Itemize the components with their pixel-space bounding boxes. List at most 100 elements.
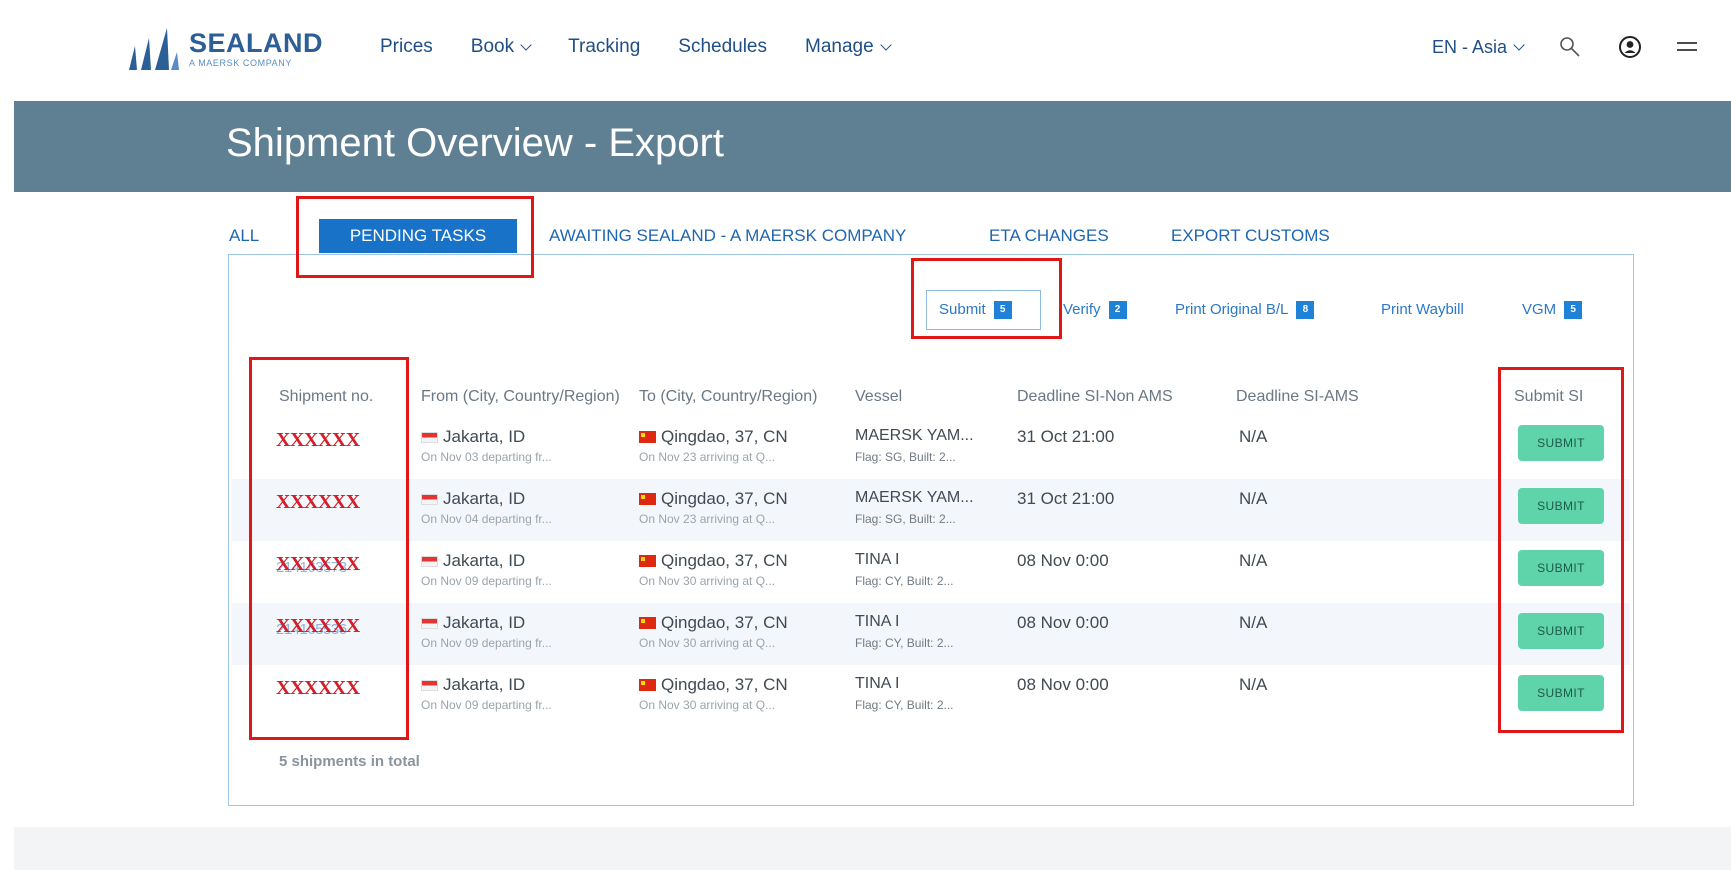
- column-header-vessel[interactable]: Vessel: [855, 388, 902, 406]
- indonesia-flag-icon: [421, 555, 438, 567]
- destination-city: Qingdao, 37, CN: [661, 489, 788, 508]
- submit-si-button[interactable]: SUBMIT: [1518, 550, 1604, 586]
- subtab-submit-count: 5: [993, 301, 1012, 319]
- tab-pending-tasks[interactable]: PENDING TASKS: [319, 219, 517, 253]
- search-icon: [1560, 37, 1580, 57]
- origin-cell: Jakarta, ID: [421, 551, 525, 571]
- indonesia-flag-icon: [421, 431, 438, 443]
- column-header-deadline-ams[interactable]: Deadline SI-AMS: [1236, 388, 1359, 406]
- shipment-number[interactable]: XXXXXX: [276, 429, 360, 452]
- submit-si-button[interactable]: SUBMIT: [1518, 425, 1604, 461]
- nav-tracking[interactable]: Tracking: [568, 36, 640, 58]
- column-header-deadline-non-ams[interactable]: Deadline SI-Non AMS: [1017, 388, 1173, 406]
- search-button[interactable]: [1557, 34, 1583, 60]
- nav-manage-label: Manage: [805, 36, 874, 57]
- origin-detail: On Nov 03 departing fr...: [421, 450, 552, 464]
- origin-cell: Jakarta, ID: [421, 613, 525, 633]
- nav-prices-label: Prices: [380, 36, 433, 57]
- submit-si-button[interactable]: SUBMIT: [1518, 675, 1604, 711]
- task-filter-bar: Submit 5 Verify 2 Print Original B/L 8 P…: [0, 290, 1731, 330]
- vessel-name: MAERSK YAM...: [855, 489, 974, 506]
- shipment-number[interactable]: XXXXXX: [276, 491, 360, 514]
- user-icon: [1619, 36, 1642, 58]
- deadline-non-ams: 08 Nov 0:00: [1017, 675, 1109, 694]
- nav-schedules[interactable]: Schedules: [678, 36, 767, 58]
- origin-city: Jakarta, ID: [443, 675, 526, 694]
- shipment-number[interactable]: 214163573 XXXXXX: [276, 553, 360, 576]
- origin-city: Jakarta, ID: [443, 613, 526, 632]
- subtab-vgm[interactable]: VGM 5: [1522, 290, 1583, 330]
- china-flag-icon: [639, 493, 656, 505]
- column-header-submit-si: Submit SI: [1514, 388, 1584, 405]
- subtab-verify-count: 2: [1108, 301, 1127, 319]
- tab-eta-changes[interactable]: ETA CHANGES: [989, 219, 1109, 253]
- tab-awaiting-sealand[interactable]: AWAITING SEALAND - A MAERSK COMPANY: [549, 219, 906, 253]
- subtab-submit[interactable]: Submit 5: [926, 290, 1041, 330]
- column-header-from[interactable]: From (City, Country/Region): [421, 388, 620, 406]
- deadline-non-ams: 08 Nov 0:00: [1017, 613, 1109, 632]
- vessel-name: TINA I: [855, 613, 900, 630]
- subtab-vgm-count: 5: [1564, 301, 1583, 319]
- page-banner: Shipment Overview - Export: [14, 101, 1731, 192]
- destination-detail: On Nov 30 arriving at Q...: [639, 574, 776, 588]
- language-selector[interactable]: EN - Asia: [1432, 36, 1525, 58]
- chevron-down-icon: [880, 39, 892, 51]
- china-flag-icon: [639, 679, 656, 691]
- language-label: EN - Asia: [1432, 36, 1508, 57]
- shipment-number-redacted: XXXXXX: [276, 677, 360, 699]
- subtab-print-bl-label: Print Original B/L: [1175, 301, 1289, 318]
- destination-cell: Qingdao, 37, CN: [639, 427, 788, 447]
- shipment-number[interactable]: XXXXXX: [276, 677, 360, 700]
- origin-city: Jakarta, ID: [443, 489, 526, 508]
- deadline-non-ams: 31 Oct 21:00: [1017, 427, 1115, 446]
- origin-detail: On Nov 09 departing fr...: [421, 574, 552, 588]
- vessel-name: MAERSK YAM...: [855, 427, 974, 444]
- deadline-non-ams: 31 Oct 21:00: [1017, 489, 1115, 508]
- chevron-down-icon: [1513, 39, 1525, 51]
- shipment-number[interactable]: 214165536 XXXXXX: [276, 615, 360, 638]
- column-header-shipment-no[interactable]: Shipment no.: [279, 388, 373, 406]
- submit-si-button[interactable]: SUBMIT: [1518, 613, 1604, 649]
- brand-tagline: A MAERSK COMPANY: [189, 58, 292, 68]
- main-nav: Prices Book Tracking Schedules Manage: [380, 36, 928, 58]
- submit-si-button[interactable]: SUBMIT: [1518, 488, 1604, 524]
- sealand-logo[interactable]: SEALAND A MAERSK COMPANY: [125, 26, 323, 72]
- subtab-print-original-bl[interactable]: Print Original B/L 8: [1175, 290, 1315, 330]
- destination-cell: Qingdao, 37, CN: [639, 551, 788, 571]
- nav-book[interactable]: Book: [471, 36, 532, 58]
- shipments-total: 5 shipments in total: [279, 753, 420, 770]
- top-navigation: SEALAND A MAERSK COMPANY Prices Book Tra…: [0, 0, 1731, 100]
- vessel-detail: Flag: SG, Built: 2...: [855, 450, 956, 464]
- destination-detail: On Nov 23 arriving at Q...: [639, 512, 776, 526]
- account-button[interactable]: [1617, 34, 1643, 60]
- deadline-non-ams: 08 Nov 0:00: [1017, 551, 1109, 570]
- destination-cell: Qingdao, 37, CN: [639, 489, 788, 509]
- destination-city: Qingdao, 37, CN: [661, 675, 788, 694]
- nav-schedules-label: Schedules: [678, 36, 767, 57]
- deadline-ams: N/A: [1239, 551, 1268, 570]
- table-row: XXXXXX Jakarta, ID On Nov 09 departing f…: [232, 665, 1630, 727]
- china-flag-icon: [639, 431, 656, 443]
- subtab-print-waybill-label: Print Waybill: [1381, 301, 1464, 318]
- tab-export-customs[interactable]: EXPORT CUSTOMS: [1171, 219, 1330, 253]
- chevron-down-icon: [520, 39, 532, 51]
- origin-detail: On Nov 09 departing fr...: [421, 698, 552, 712]
- subtab-vgm-label: VGM: [1522, 301, 1557, 318]
- subtab-verify-label: Verify: [1063, 301, 1101, 318]
- origin-cell: Jakarta, ID: [421, 427, 525, 447]
- page-title: Shipment Overview - Export: [226, 121, 724, 165]
- origin-detail: On Nov 04 departing fr...: [421, 512, 552, 526]
- subtab-verify[interactable]: Verify 2: [1063, 290, 1127, 330]
- nav-manage[interactable]: Manage: [805, 36, 892, 58]
- tab-all[interactable]: ALL: [229, 219, 259, 253]
- vessel-detail: Flag: CY, Built: 2...: [855, 698, 954, 712]
- deadline-ams: N/A: [1239, 675, 1268, 694]
- nav-prices[interactable]: Prices: [380, 36, 433, 58]
- table-row: 214163573 XXXXXX Jakarta, ID On Nov 09 de…: [232, 541, 1630, 603]
- subtab-print-waybill[interactable]: Print Waybill: [1381, 290, 1464, 330]
- column-header-to[interactable]: To (City, Country/Region): [639, 388, 817, 406]
- menu-button[interactable]: [1673, 34, 1699, 60]
- deadline-ams: N/A: [1239, 613, 1268, 632]
- table-row: 214165536 XXXXXX Jakarta, ID On Nov 09 de…: [232, 603, 1630, 665]
- vessel-detail: Flag: SG, Built: 2...: [855, 512, 956, 526]
